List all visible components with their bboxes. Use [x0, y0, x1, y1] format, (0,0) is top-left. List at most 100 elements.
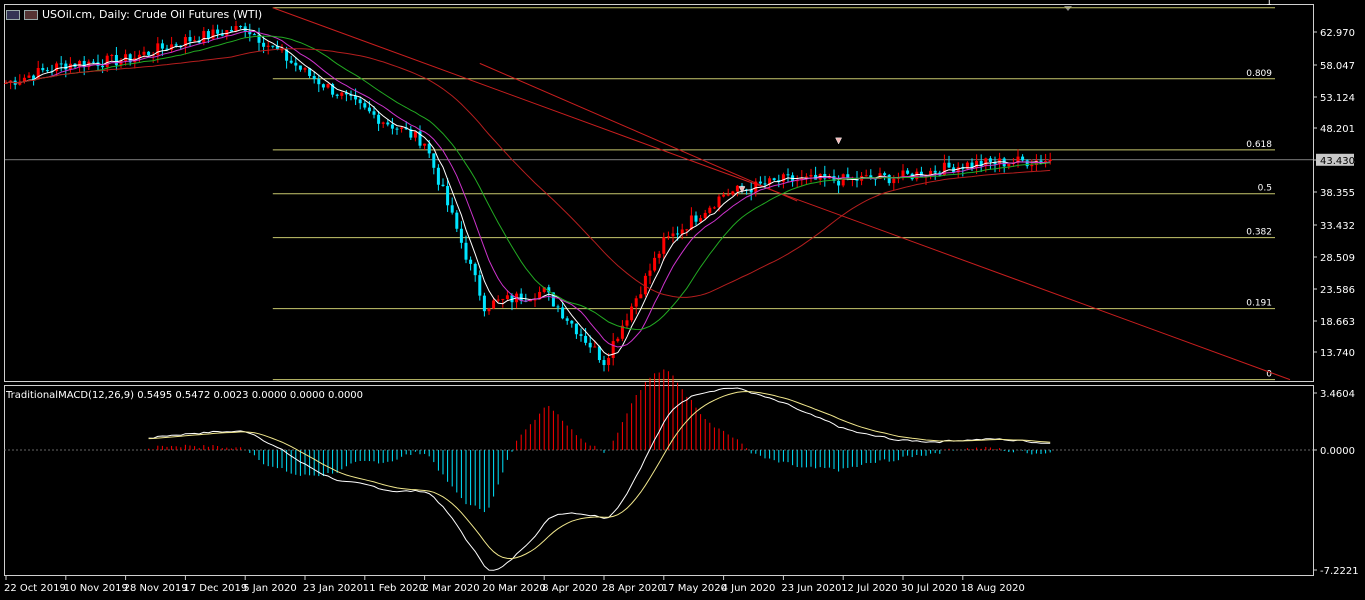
candle-body	[298, 65, 302, 70]
time-tick-label: 20 Mar 2020	[482, 583, 545, 594]
time-tick-label: 28 Apr 2020	[602, 583, 664, 594]
time-tick-label: 17 Dec 2019	[183, 583, 247, 594]
candle-body	[565, 318, 569, 321]
candle-body	[634, 298, 638, 307]
price-tick-label: 58.047	[1320, 61, 1355, 72]
candle-body	[59, 63, 63, 65]
candle-body	[317, 79, 321, 85]
candle-body	[676, 233, 680, 235]
candle-body	[712, 207, 716, 209]
candle-body	[717, 196, 721, 208]
candle-body	[363, 103, 367, 108]
price-tick-label: 38.355	[1320, 188, 1355, 199]
candle-body	[607, 357, 611, 366]
macd-tick-label: 0.0000	[1320, 446, 1355, 457]
candle-body	[837, 180, 841, 186]
candle-body	[400, 127, 404, 129]
chart-window-icon[interactable]	[6, 9, 20, 20]
candle-body	[229, 30, 233, 32]
candle-body	[689, 215, 693, 230]
symbol-description: Crude Oil Futures (WTI)	[133, 8, 263, 21]
candle-body	[41, 67, 45, 71]
candle-body	[78, 60, 82, 67]
candle-body	[666, 236, 670, 238]
candle-body	[450, 205, 454, 213]
candle-body	[202, 31, 206, 43]
candle-body	[101, 65, 105, 68]
candle-body	[786, 174, 790, 176]
candle-body	[206, 31, 210, 39]
candle-body	[584, 335, 588, 343]
candle-body	[441, 184, 445, 187]
price-tick-label: 62.970	[1320, 28, 1355, 39]
candle-body	[616, 338, 620, 342]
time-tick-label: 2 Mar 2020	[423, 583, 480, 594]
price-tick-label: 28.509	[1320, 253, 1355, 264]
fib-level-label: 0.191	[1246, 299, 1272, 309]
candle-body	[473, 263, 477, 276]
candle-body	[303, 68, 307, 70]
candle-body	[459, 228, 463, 243]
candle-body	[469, 259, 473, 264]
candle-body	[657, 253, 661, 258]
chart-properties-icon[interactable]	[24, 9, 38, 20]
candle-body	[45, 70, 49, 72]
candle-body	[561, 307, 565, 319]
candle-body	[464, 242, 468, 260]
macd-tick-label: 3.4604	[1320, 389, 1355, 400]
candle-body	[906, 170, 910, 174]
candle-body	[625, 320, 629, 326]
candle-body	[726, 194, 730, 196]
candle-body	[883, 173, 887, 175]
candle-body	[478, 275, 482, 296]
candle-body	[110, 54, 114, 56]
candle-body	[280, 49, 284, 51]
time-tick-label: 17 May 2020	[662, 583, 727, 594]
candle-body	[294, 62, 298, 66]
candle-body	[367, 107, 371, 112]
candle-body	[423, 143, 427, 146]
candle-body	[841, 174, 845, 186]
price-tick-label: 53.124	[1320, 93, 1355, 104]
candle-body	[455, 212, 459, 229]
time-tick-label: 4 Jun 2020	[722, 583, 776, 594]
candle-body	[492, 300, 496, 309]
candle-body	[124, 54, 128, 61]
price-tick-label: 33.432	[1320, 221, 1355, 232]
candle-body	[892, 178, 896, 184]
candle-body	[501, 298, 505, 300]
candle-body	[570, 320, 574, 324]
price-tick-label: 48.201	[1320, 124, 1355, 135]
candle-body	[611, 341, 615, 358]
macd-indicator-label[interactable]: TraditionalMACD(12,26,9) 0.5495 0.5472 0…	[6, 390, 363, 401]
candle-body	[216, 29, 220, 34]
candle-body	[630, 306, 634, 321]
candle-body	[933, 170, 937, 173]
price-tick-label: 18.663	[1320, 317, 1355, 328]
candle-body	[639, 294, 643, 299]
time-tick-label: 28 Nov 2019	[124, 583, 188, 594]
trading-chart[interactable]: 10.8090.6180.50.3820.1910 62.97058.04753…	[0, 0, 1365, 600]
candle-body	[321, 84, 325, 88]
candle-body	[105, 55, 109, 68]
candle-body	[395, 128, 399, 130]
time-tick-label: 22 Oct 2019	[4, 583, 66, 594]
candle-body	[271, 45, 275, 47]
candle-body	[1048, 159, 1052, 162]
candle-body	[436, 167, 440, 185]
candle-body	[326, 84, 330, 88]
candle-body	[289, 60, 293, 63]
candle-body	[975, 161, 979, 168]
candle-body	[754, 181, 758, 193]
candle-body	[602, 360, 606, 366]
chart-title: USOil.cm, Daily: Crude Oil Futures (WTI)	[6, 8, 262, 21]
current-price-label: 43.430	[1320, 156, 1355, 167]
candle-body	[648, 270, 652, 276]
candle-body	[239, 26, 243, 28]
candle-body	[496, 299, 500, 301]
fib-level-label: 0.5	[1258, 184, 1272, 194]
candle-body	[335, 94, 339, 96]
candle-body	[358, 99, 362, 104]
candle-body	[432, 153, 436, 168]
candle-body	[390, 124, 394, 129]
